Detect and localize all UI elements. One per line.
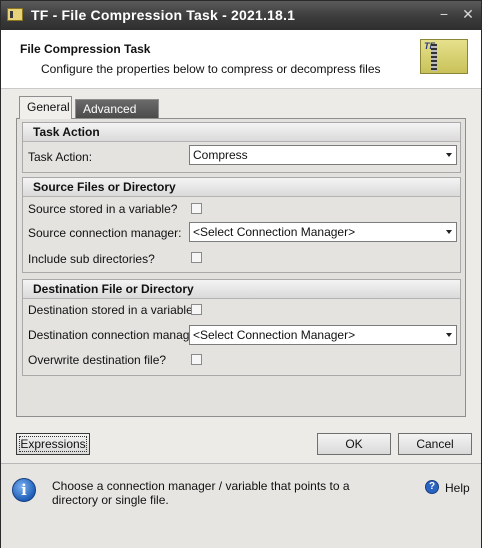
- destination-connection-value: <Select Connection Manager>: [193, 328, 356, 342]
- overwrite-checkbox[interactable]: [191, 354, 202, 365]
- tab-advanced[interactable]: Advanced: [75, 99, 159, 119]
- task-action-label: Task Action:: [28, 150, 93, 164]
- header-subtitle: Configure the properties below to compre…: [41, 62, 381, 76]
- source-variable-label: Source stored in a variable?: [28, 202, 178, 216]
- source-connection-select[interactable]: <Select Connection Manager>: [189, 222, 457, 242]
- help-link[interactable]: Help: [445, 481, 470, 495]
- info-icon: i: [12, 478, 36, 502]
- minimize-icon[interactable]: −: [435, 5, 453, 23]
- chevron-down-icon[interactable]: [446, 153, 452, 157]
- task-action-group: Task Action Task Action: Compress: [22, 122, 461, 173]
- info-message: Choose a connection manager / variable t…: [52, 479, 350, 507]
- title-bar[interactable]: TF - File Compression Task - 2021.18.1 −…: [1, 1, 481, 30]
- zipper-icon: [431, 44, 437, 71]
- chevron-down-icon[interactable]: [446, 333, 452, 337]
- general-tab-panel: Task Action Task Action: Compress Source…: [16, 118, 466, 417]
- chevron-down-icon[interactable]: [446, 230, 452, 234]
- cancel-button[interactable]: Cancel: [398, 433, 472, 455]
- window-title: TF - File Compression Task - 2021.18.1: [31, 7, 296, 23]
- overwrite-label: Overwrite destination file?: [28, 353, 167, 367]
- app-icon: [7, 8, 23, 21]
- ok-button[interactable]: OK: [317, 433, 391, 455]
- expressions-button[interactable]: Expressions: [16, 433, 90, 455]
- include-subdirs-label: Include sub directories?: [28, 252, 155, 266]
- header-title: File Compression Task: [20, 42, 151, 56]
- task-action-select[interactable]: Compress: [189, 145, 457, 165]
- tab-general[interactable]: General: [19, 96, 72, 119]
- destination-variable-checkbox[interactable]: [191, 304, 202, 315]
- close-icon[interactable]: ✕: [459, 5, 477, 23]
- source-group: Source Files or Directory Source stored …: [22, 177, 461, 273]
- destination-connection-label: Destination connection manager:: [28, 328, 204, 342]
- dialog-window: TF - File Compression Task - 2021.18.1 −…: [0, 0, 482, 548]
- destination-variable-label: Destination stored in a variable?: [28, 303, 200, 317]
- destination-connection-select[interactable]: <Select Connection Manager>: [189, 325, 457, 345]
- group-title: Task Action: [23, 123, 460, 142]
- dialog-header: File Compression Task Configure the prop…: [1, 30, 481, 89]
- task-action-value: Compress: [193, 148, 248, 162]
- destination-group: Destination File or Directory Destinatio…: [22, 279, 461, 376]
- group-title: Destination File or Directory: [23, 280, 460, 299]
- include-subdirs-checkbox[interactable]: [191, 252, 202, 263]
- source-variable-checkbox[interactable]: [191, 203, 202, 214]
- source-connection-value: <Select Connection Manager>: [193, 225, 356, 239]
- help-icon[interactable]: ?: [425, 480, 439, 494]
- task-logo-icon: TF: [420, 39, 468, 74]
- source-connection-label: Source connection manager:: [28, 226, 182, 240]
- info-panel: i Choose a connection manager / variable…: [1, 463, 481, 548]
- group-title: Source Files or Directory: [23, 178, 460, 197]
